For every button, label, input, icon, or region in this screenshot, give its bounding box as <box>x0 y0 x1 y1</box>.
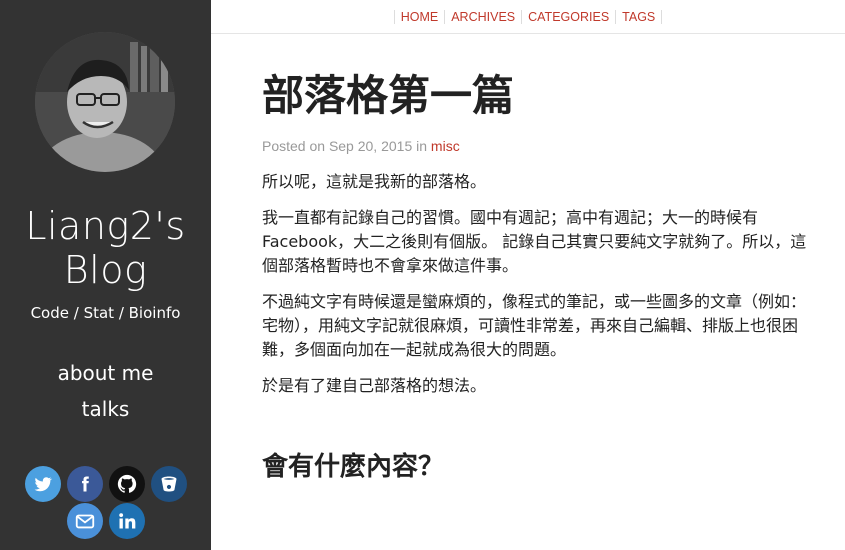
paragraph: 於是有了建自己部落格的想法。 <box>262 376 487 395</box>
top-navigation: HOME ARCHIVES CATEGORIES TAGS <box>211 0 845 34</box>
site-title-line1: Liang2's <box>25 204 186 248</box>
post-meta: Posted on Sep 20, 2015 in misc <box>262 138 807 154</box>
nav-categories[interactable]: CATEGORIES <box>521 9 615 24</box>
nav-home[interactable]: HOME <box>393 9 445 24</box>
paragraph: 所以呢，這就是我新的部落格。 <box>262 172 487 191</box>
paragraph: 我一直都有記錄自己的習慣。國中有週記；高中有週記；大一的時候有 Facebook… <box>262 208 807 275</box>
post-body: 所以呢，這就是我新的部落格。 我一直都有記錄自己的習慣。國中有週記；高中有週記；… <box>262 170 807 398</box>
email-icon[interactable] <box>66 503 103 539</box>
sidebar-link-talks[interactable]: talks <box>0 391 211 427</box>
post-category-link[interactable]: misc <box>431 138 460 154</box>
post-content: 部落格第一篇 Posted on Sep 20, 2015 in misc 所以… <box>262 34 807 483</box>
sidebar-nav: about me talks <box>0 355 211 427</box>
post-title: 部落格第一篇 <box>262 71 515 120</box>
site-title-line2: Blog <box>63 248 148 292</box>
section-heading: 會有什麼內容？ <box>262 452 445 482</box>
social-links <box>0 466 211 540</box>
avatar-photo <box>35 32 175 172</box>
bitbucket-icon[interactable] <box>150 466 187 502</box>
nav-archives[interactable]: ARCHIVES <box>444 9 521 24</box>
site-title[interactable]: Liang2's Blog <box>0 204 211 292</box>
sidebar: Liang2's Blog Code / Stat / Bioinfo abou… <box>0 0 211 550</box>
facebook-icon[interactable] <box>66 466 103 502</box>
twitter-icon[interactable] <box>24 466 61 502</box>
avatar[interactable] <box>35 32 175 172</box>
nav-tags[interactable]: TAGS <box>615 9 663 24</box>
linkedin-icon[interactable] <box>108 503 145 539</box>
github-icon[interactable] <box>108 466 145 502</box>
post-date: Posted on Sep 20, 2015 in <box>262 138 431 154</box>
sidebar-link-about-me[interactable]: about me <box>0 355 211 391</box>
paragraph: 不過純文字有時候還是蠻麻煩的，像程式的筆記，或一些圖多的文章（例如：宅物），用純… <box>262 292 807 359</box>
site-subtitle: Code / Stat / Bioinfo <box>30 304 181 322</box>
